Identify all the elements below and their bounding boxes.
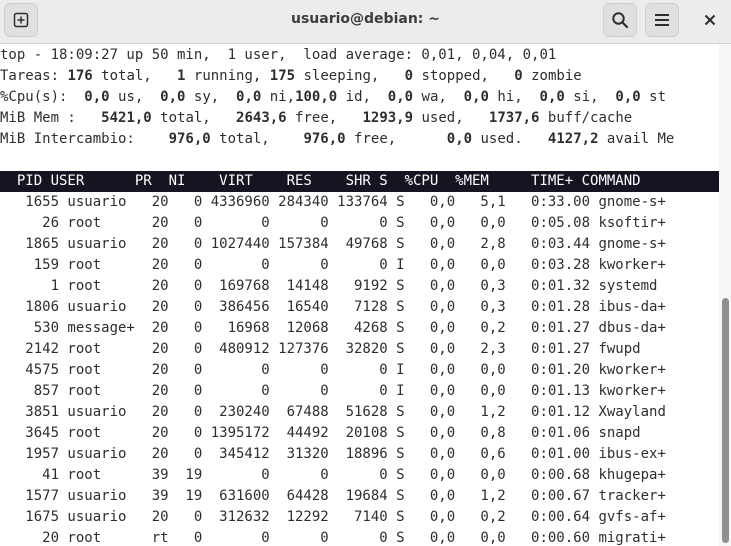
- search-icon: [612, 12, 629, 29]
- new-tab-icon: [13, 12, 29, 28]
- tasks-sleeping: 175: [269, 68, 296, 84]
- tasks-running-label: running,: [185, 68, 270, 84]
- process-row: 2142 root 20 0 480912 127376 32820 S 0,0…: [0, 341, 641, 357]
- tasks-total-label: total,: [92, 68, 178, 84]
- menu-button[interactable]: [645, 3, 679, 37]
- swap-avail-label: avail Me: [598, 131, 675, 147]
- cpu-hi: 0,0: [463, 89, 489, 105]
- uptime-line: top - 18:09:27 up 50 min, 1 user, load a…: [0, 47, 557, 63]
- swap-total-label: total,: [210, 131, 304, 147]
- close-icon: [704, 14, 716, 26]
- mem-free: 2643,6: [236, 110, 287, 126]
- tasks-stopped: 0: [404, 68, 414, 84]
- cpu-id-label: id,: [337, 89, 388, 105]
- cpu-us-label: us,: [109, 89, 161, 105]
- process-row: 4575 root 20 0 0 0 0 I 0,0 0,0 0:01.20 k…: [0, 362, 666, 378]
- mem-used: 1293,9: [362, 110, 414, 126]
- process-row: 530 message+ 20 0 16968 12068 4268 S 0,0…: [0, 320, 666, 336]
- mem-total-label: total,: [151, 110, 237, 126]
- mem-total: 5421,0: [101, 110, 152, 126]
- process-row: 41 root 39 19 0 0 0 S 0,0 0,0 0:00.68 kh…: [0, 467, 666, 483]
- process-row: 159 root 20 0 0 0 0 I 0,0 0,0 0:03.28 kw…: [0, 257, 666, 273]
- cpu-label: %Cpu(s):: [0, 89, 85, 105]
- close-button[interactable]: [693, 3, 727, 37]
- process-row: 3851 usuario 20 0 230240 67488 51628 S 0…: [0, 404, 666, 420]
- cpu-us: 0,0: [84, 89, 110, 105]
- process-row: 857 root 20 0 0 0 0 I 0,0 0,0 0:01.13 kw…: [0, 383, 666, 399]
- process-row: 1655 usuario 20 0 4336960 284340 133764 …: [0, 194, 666, 210]
- hamburger-menu-icon: [655, 14, 669, 26]
- tasks-total: 176: [67, 68, 93, 84]
- cpu-wa-label: wa,: [413, 89, 464, 105]
- process-row: 26 root 20 0 0 0 0 S 0,0 0,0 0:05.08 kso…: [0, 215, 666, 231]
- tasks-stopped-label: stopped,: [413, 68, 515, 84]
- swap-free: 976,0: [303, 131, 346, 147]
- column-headers: PID USER PR NI VIRT RES SHR S %CPU %MEM …: [0, 173, 641, 189]
- cpu-hi-label: hi,: [488, 89, 540, 105]
- terminal-output[interactable]: top - 18:09:27 up 50 min, 1 user, load a…: [0, 44, 719, 546]
- title-bar: usuario@debian: ~: [0, 0, 731, 44]
- cpu-sy-label: sy,: [185, 89, 237, 105]
- swap-total: 976,0: [168, 131, 211, 147]
- swap-label: MiB Intercambio:: [0, 131, 169, 147]
- search-button[interactable]: [603, 3, 637, 37]
- scrollbar-thumb[interactable]: [722, 298, 729, 543]
- mem-free-label: free,: [286, 110, 363, 126]
- cpu-st-label: st: [640, 89, 667, 105]
- cpu-ni: 0,0: [236, 89, 262, 105]
- process-row: 1957 usuario 20 0 345412 31320 18896 S 0…: [0, 446, 666, 462]
- new-tab-button[interactable]: [4, 3, 38, 37]
- tasks-label: Tareas:: [0, 68, 68, 84]
- cpu-si-label: si,: [564, 89, 616, 105]
- mem-label: MiB Mem :: [0, 110, 102, 126]
- swap-avail: 4127,2: [547, 131, 599, 147]
- cpu-st: 0,0: [615, 89, 641, 105]
- mem-cache: 1737,6: [488, 110, 540, 126]
- mem-used-label: used,: [413, 110, 489, 126]
- process-row: 20 root rt 0 0 0 0 S 0,0 0,0 0:00.60 mig…: [0, 530, 666, 546]
- process-row: 1 root 20 0 169768 14148 9192 S 0,0 0,3 …: [0, 278, 658, 294]
- process-table-header: PID USER PR NI VIRT RES SHR S %CPU %MEM …: [0, 171, 719, 192]
- swap-line: MiB Intercambio: 976,0 total, 976,0 free…: [0, 129, 674, 150]
- swap-free-label: free,: [345, 131, 447, 147]
- process-row: 1675 usuario 20 0 312632 12292 7140 S 0,…: [0, 509, 666, 525]
- swap-used-label: used.: [472, 131, 548, 147]
- process-row: 1806 usuario 20 0 386456 16540 7128 S 0,…: [0, 299, 666, 315]
- cpu-id: 100,0: [295, 89, 338, 105]
- swap-used: 0,0: [446, 131, 473, 147]
- process-row: 1865 usuario 20 0 1027440 157384 49768 S…: [0, 236, 666, 252]
- cpu-ni-label: ni,: [261, 89, 296, 105]
- mem-line: MiB Mem : 5421,0 total, 2643,6 free, 129…: [0, 108, 632, 129]
- process-row: 3645 root 20 0 1395172 44492 20108 S 0,0…: [0, 425, 641, 441]
- cpu-sy: 0,0: [160, 89, 186, 105]
- cpu-line: %Cpu(s): 0,0 us, 0,0 sy, 0,0 ni,100,0 id…: [0, 87, 666, 108]
- cpu-wa: 0,0: [387, 89, 414, 105]
- tasks-zombie: 0: [514, 68, 523, 84]
- tasks-zombie-label: zombie: [522, 68, 582, 84]
- cpu-si: 0,0: [539, 89, 565, 105]
- mem-cache-label: buff/cache: [539, 110, 633, 126]
- process-row: 1577 usuario 39 19 631600 64428 19684 S …: [0, 488, 666, 504]
- tasks-sleeping-label: sleeping,: [295, 68, 405, 84]
- tasks-line: Tareas: 176 total, 1 running, 175 sleepi…: [0, 66, 582, 87]
